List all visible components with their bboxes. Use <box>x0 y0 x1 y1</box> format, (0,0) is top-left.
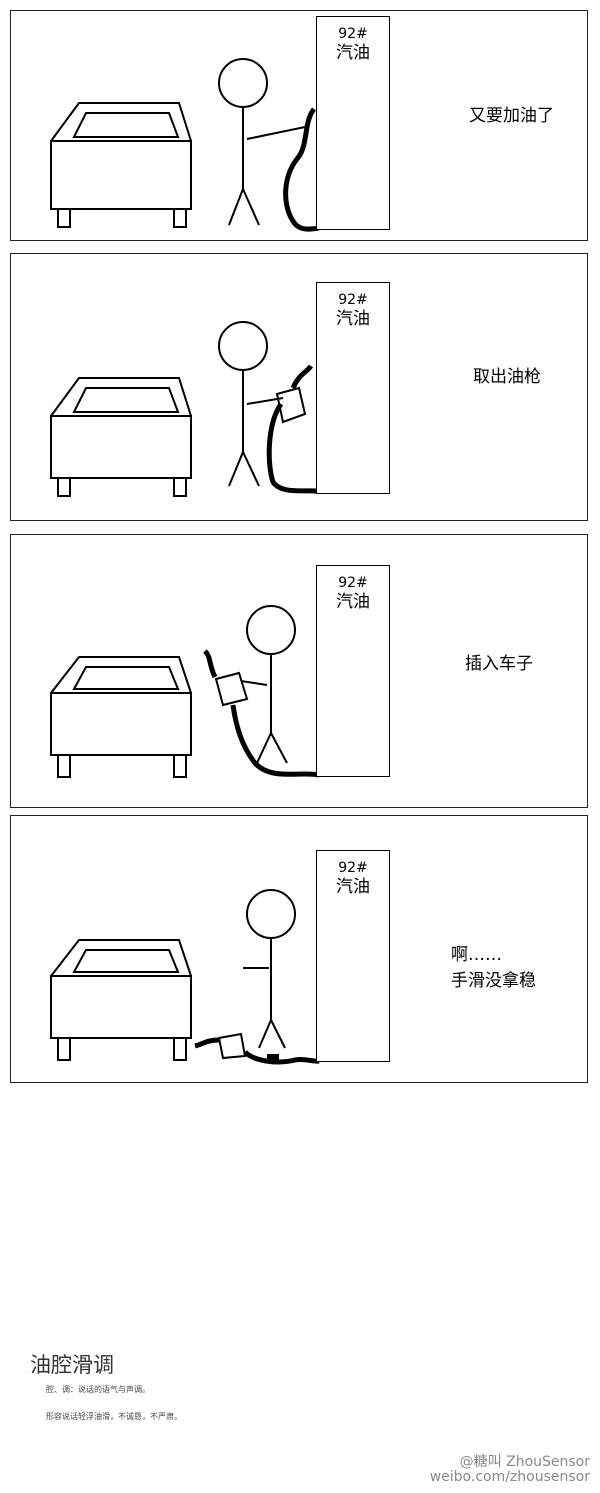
watermark-handle: @糖叫 ZhouSensor <box>459 1454 590 1470</box>
fuel-pump: 92# 汽油 <box>316 850 390 1062</box>
idiom-definition: 形容说话轻浮油滑，不诚恳，不严肃。 <box>46 1412 182 1421</box>
comic-panel-2: 92# 汽油 取出油枪 <box>10 253 588 521</box>
car <box>50 102 192 228</box>
car <box>50 656 192 778</box>
caption-line: 啊…… <box>451 945 502 965</box>
pump-grade-label: 92# <box>338 860 368 876</box>
stick-figure <box>218 58 306 226</box>
panel-2-caption: 取出油枪 <box>473 364 541 390</box>
fuel-pump: 92# 汽油 <box>316 16 390 230</box>
pump-fuel-label: 汽油 <box>336 43 370 63</box>
fuel-pump: 92# 汽油 <box>316 565 390 777</box>
fuel-hose <box>203 649 320 778</box>
idiom-note: 腔、调：说话的语气与声调。 <box>46 1385 150 1394</box>
caption-line: 手滑没拿稳 <box>451 971 536 991</box>
panel-4-caption: 啊…… 手滑没拿稳 <box>451 942 536 994</box>
caption-line: 插入车子 <box>465 654 533 674</box>
fuel-nozzle <box>214 671 249 707</box>
car <box>50 939 192 1061</box>
comic-panel-1: 92# 汽油 又要加油了 <box>10 10 588 241</box>
fuel-hose <box>266 364 318 494</box>
pump-grade-label: 92# <box>338 292 368 308</box>
panel-1-caption: 又要加油了 <box>469 103 554 129</box>
pump-fuel-label: 汽油 <box>336 592 370 612</box>
panel-3-caption: 插入车子 <box>465 651 533 677</box>
idiom-title: 油腔滑调 <box>30 1353 114 1377</box>
dropped-fuel-nozzle <box>217 1032 247 1060</box>
stick-figure <box>243 889 296 1049</box>
car <box>50 377 192 497</box>
caption-line: 取出油枪 <box>473 367 541 387</box>
watermark-url: weibo.com/zhousensor <box>429 1469 590 1485</box>
pump-fuel-label: 汽油 <box>336 309 370 329</box>
fuel-pump: 92# 汽油 <box>316 282 390 494</box>
caption-line: 又要加油了 <box>469 106 554 126</box>
pump-grade-label: 92# <box>338 26 368 42</box>
pump-grade-label: 92# <box>338 575 368 591</box>
spilled-fuel <box>267 1054 279 1062</box>
pump-fuel-label: 汽油 <box>336 877 370 897</box>
comic-panel-3: 92# 汽油 插入车子 <box>10 534 588 808</box>
stick-figure <box>218 321 284 487</box>
comic-panel-4: 92# 汽油 啊…… 手滑没拿稳 <box>10 815 588 1083</box>
stick-figure <box>240 605 296 764</box>
fuel-hose <box>194 1037 320 1065</box>
